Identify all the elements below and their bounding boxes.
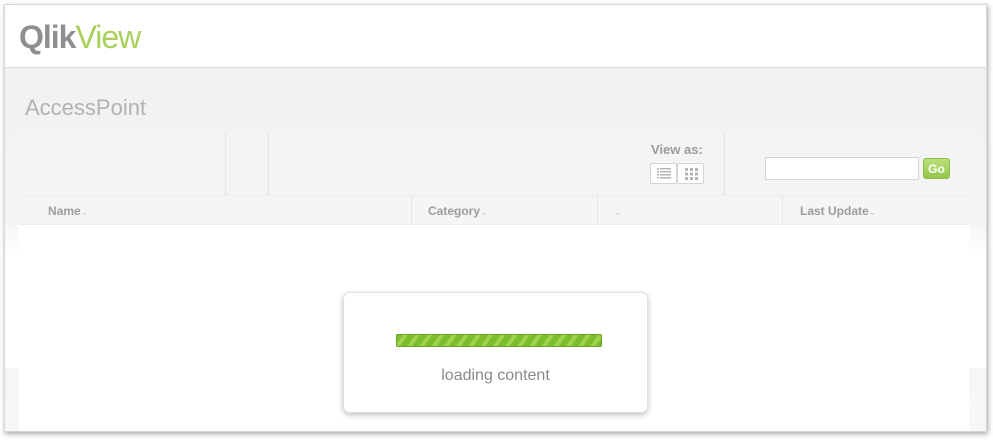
column-header-unnamed[interactable]: ⌄ <box>614 196 622 224</box>
loading-dialog: loading content <box>343 292 648 413</box>
toolbar-divider <box>724 131 725 195</box>
sort-icon: ⌄ <box>614 207 622 217</box>
column-header-name[interactable]: Name⌄ <box>48 196 88 224</box>
grid-view-button[interactable] <box>677 163 704 184</box>
column-header-last-update[interactable]: Last Update⌄ <box>800 196 876 224</box>
sort-icon: ⌄ <box>480 207 488 217</box>
loading-text: loading content <box>441 367 550 384</box>
sort-icon: ⌄ <box>868 207 877 217</box>
column-header-label: Last Update <box>800 204 869 218</box>
table-header: Name⌄ Category⌄ ⌄ Last Update⌄ <box>19 196 969 225</box>
list-view-icon <box>657 168 671 179</box>
view-as-label: View as: <box>651 142 703 157</box>
column-header-label: Name <box>48 204 81 218</box>
page-title: AccessPoint <box>25 95 147 120</box>
loading-progress-bar <box>396 334 602 347</box>
column-divider <box>597 196 598 224</box>
logo-view-text: View <box>75 19 141 55</box>
progress-fill <box>396 334 602 347</box>
search-input[interactable] <box>765 157 919 180</box>
column-header-label: Category <box>428 204 481 218</box>
column-header-category[interactable]: Category⌄ <box>428 196 488 224</box>
column-divider <box>411 196 412 224</box>
top-bar: QlikView <box>5 5 986 68</box>
toolbar-divider <box>268 131 269 195</box>
app-window: QlikView AccessPoint View as: Go Name⌄ C… <box>4 4 987 432</box>
qlikview-logo[interactable]: QlikView <box>19 19 141 55</box>
go-button[interactable]: Go <box>923 158 950 179</box>
list-view-button[interactable] <box>650 163 677 184</box>
logo-qlik-text: Qlik <box>19 19 76 55</box>
column-divider <box>782 196 783 224</box>
toolbar-divider <box>225 131 226 195</box>
grid-view-icon <box>685 168 698 180</box>
toolbar: View as: Go <box>19 131 969 196</box>
sort-icon: ⌄ <box>80 207 89 217</box>
